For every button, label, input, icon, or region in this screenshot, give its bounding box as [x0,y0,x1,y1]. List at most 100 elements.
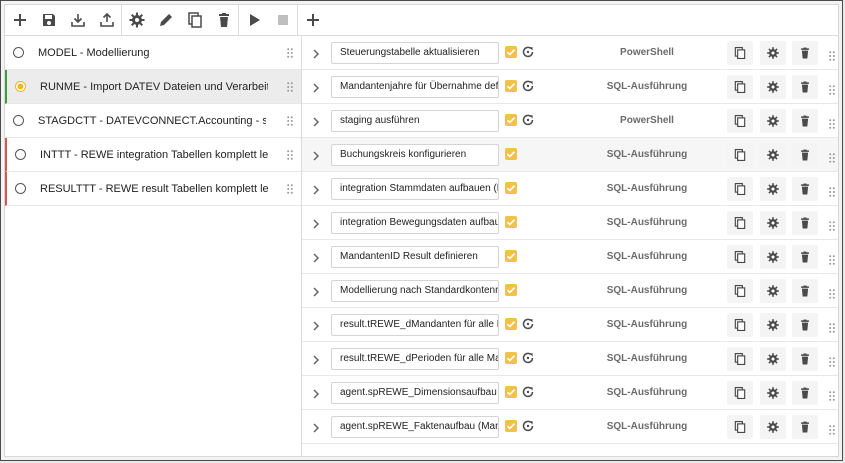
chevron-right-icon[interactable] [310,149,322,161]
drag-handle-icon[interactable] [287,150,293,160]
step-name-input[interactable]: MandantenID Result definieren [331,246,499,268]
upload-button[interactable] [92,5,121,35]
drag-handle-icon[interactable] [829,184,835,197]
step-settings-button[interactable] [760,177,786,201]
delete-button[interactable] [209,5,238,35]
copy-step-button[interactable] [727,41,753,65]
enabled-checkbox[interactable] [505,284,517,296]
refresh-icon[interactable] [521,317,535,331]
copy-step-button[interactable] [727,143,753,167]
step-name-input[interactable]: agent.spREWE_Dimensionsaufbau (Mandant) [331,382,499,404]
step-settings-button[interactable] [760,75,786,99]
enabled-checkbox[interactable] [505,318,517,330]
chevron-right-icon[interactable] [310,81,322,93]
delete-step-button[interactable] [792,177,818,201]
step-name-input[interactable]: Mandantenjahre für Übernahme definieren [331,76,499,98]
job-radio[interactable] [15,149,26,160]
delete-step-button[interactable] [792,381,818,405]
drag-handle-icon[interactable] [287,116,293,126]
drag-handle-icon[interactable] [829,82,835,95]
step-name-input[interactable]: result.tREWE_dMandanten für alle Mandant… [331,314,499,336]
step-settings-button[interactable] [760,109,786,133]
step-settings-button[interactable] [760,381,786,405]
step-settings-button[interactable] [760,415,786,439]
copy-step-button[interactable] [727,177,753,201]
add-button[interactable] [5,5,34,35]
refresh-icon[interactable] [521,385,535,399]
delete-step-button[interactable] [792,109,818,133]
step-name-input[interactable]: Modellierung nach Standardkontenrahmen [331,280,499,302]
enabled-checkbox[interactable] [505,352,517,364]
drag-handle-icon[interactable] [829,286,835,299]
enabled-checkbox[interactable] [505,216,517,228]
drag-handle-icon[interactable] [287,48,293,58]
drag-handle-icon[interactable] [829,218,835,231]
refresh-icon[interactable] [521,113,535,127]
enabled-checkbox[interactable] [505,420,517,432]
refresh-icon[interactable] [521,79,535,93]
copy-step-button[interactable] [727,75,753,99]
step-settings-button[interactable] [760,211,786,235]
step-settings-button[interactable] [760,347,786,371]
copy-step-button[interactable] [727,211,753,235]
step-name-input[interactable]: Steuerungstabelle aktualisieren [331,42,499,64]
copy-step-button[interactable] [727,313,753,337]
edit-button[interactable] [151,5,180,35]
step-name-input[interactable]: agent.spREWE_Faktenaufbau (Mandant) [331,416,499,438]
drag-handle-icon[interactable] [829,48,835,61]
copy-step-button[interactable] [727,381,753,405]
delete-step-button[interactable] [792,75,818,99]
download-button[interactable] [63,5,92,35]
job-radio[interactable] [15,81,26,92]
job-radio[interactable] [15,183,26,194]
stop-button[interactable] [268,5,297,35]
job-radio[interactable] [13,115,24,126]
step-name-input[interactable]: result.tREWE_dPerioden für alle Mandante… [331,348,499,370]
step-settings-button[interactable] [760,143,786,167]
enabled-checkbox[interactable] [505,80,517,92]
enabled-checkbox[interactable] [505,250,517,262]
step-name-input[interactable]: integration Bewegungsdaten aufbauen [331,212,499,234]
chevron-right-icon[interactable] [310,47,322,59]
copy-button[interactable] [180,5,209,35]
enabled-checkbox[interactable] [505,46,517,58]
chevron-right-icon[interactable] [310,115,322,127]
delete-step-button[interactable] [792,245,818,269]
job-item[interactable]: MODEL - Modellierung [5,36,301,70]
drag-handle-icon[interactable] [829,252,835,265]
chevron-right-icon[interactable] [310,387,322,399]
enabled-checkbox[interactable] [505,148,517,160]
chevron-right-icon[interactable] [310,421,322,433]
save-button[interactable] [34,5,63,35]
step-name-input[interactable]: integration Stammdaten aufbauen (Mandant… [331,178,499,200]
chevron-right-icon[interactable] [310,251,322,263]
delete-step-button[interactable] [792,211,818,235]
copy-step-button[interactable] [727,415,753,439]
refresh-icon[interactable] [521,45,535,59]
chevron-right-icon[interactable] [310,319,322,331]
drag-handle-icon[interactable] [829,320,835,333]
copy-step-button[interactable] [727,109,753,133]
delete-step-button[interactable] [792,313,818,337]
drag-handle-icon[interactable] [829,354,835,367]
step-settings-button[interactable] [760,245,786,269]
enabled-checkbox[interactable] [505,182,517,194]
refresh-icon[interactable] [521,351,535,365]
enabled-checkbox[interactable] [505,386,517,398]
drag-handle-icon[interactable] [829,116,835,129]
copy-step-button[interactable] [727,245,753,269]
job-item[interactable]: RUNME - Import DATEV Dateien und Verarbe… [5,70,301,104]
drag-handle-icon[interactable] [829,150,835,163]
drag-handle-icon[interactable] [829,422,835,435]
enabled-checkbox[interactable] [505,114,517,126]
job-item[interactable]: INTTT - REWE integration Tabellen komple… [5,138,301,172]
chevron-right-icon[interactable] [310,217,322,229]
run-button[interactable] [239,5,268,35]
chevron-right-icon[interactable] [310,183,322,195]
delete-step-button[interactable] [792,143,818,167]
chevron-right-icon[interactable] [310,285,322,297]
job-item[interactable]: RESULTTT - REWE result Tabellen komplett… [5,172,301,206]
step-settings-button[interactable] [760,313,786,337]
delete-step-button[interactable] [792,41,818,65]
job-item[interactable]: STAGDCTT - DATEVCONNECT.Accounting - sta… [5,104,301,138]
